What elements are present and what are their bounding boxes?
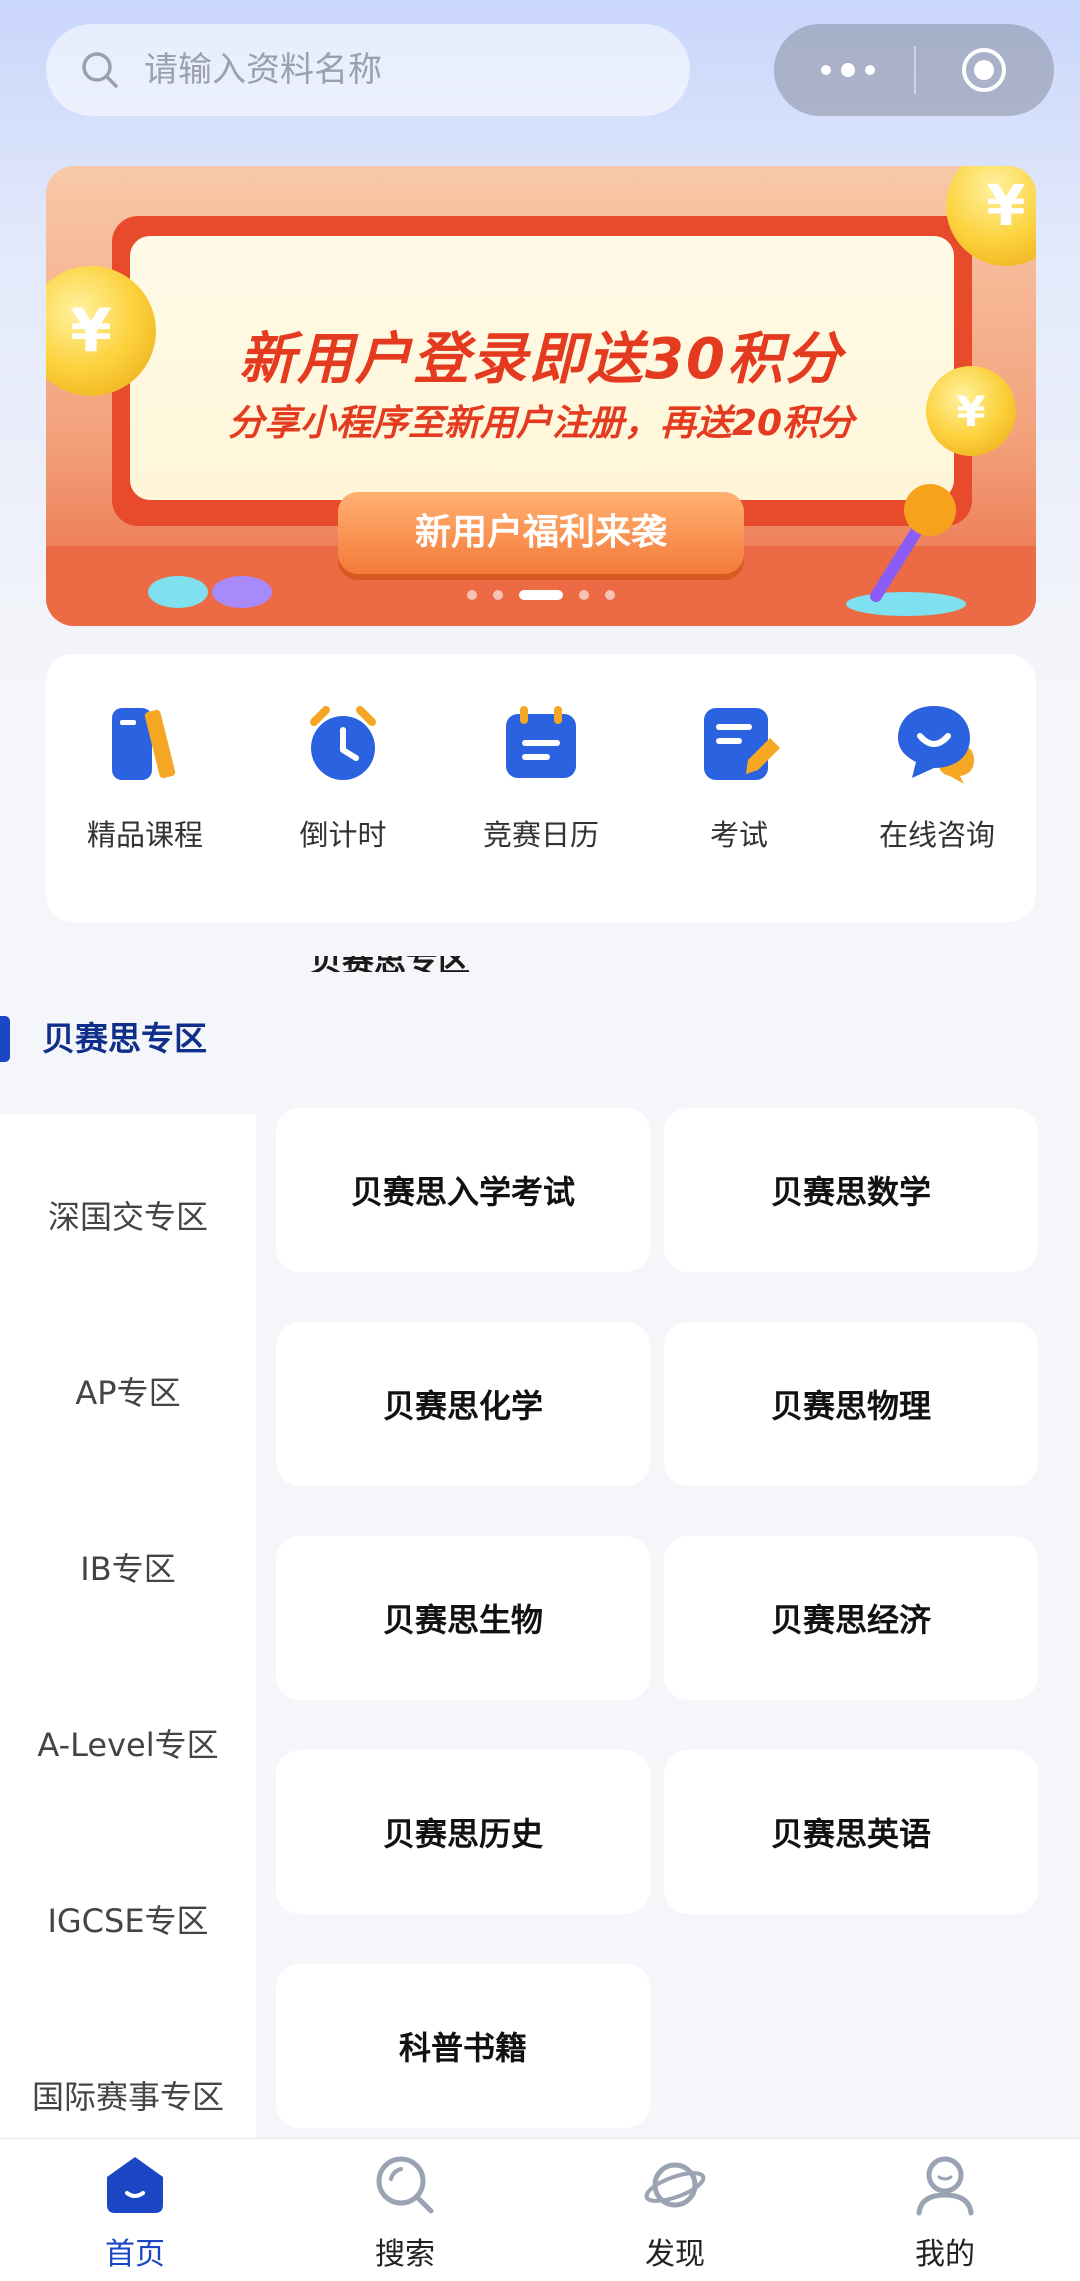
banner-headline: 新用户登录即送30积分	[239, 327, 843, 392]
pager-dot	[493, 590, 503, 600]
category-card[interactable]: 贝赛思化学	[276, 1322, 650, 1486]
shortcut-label: 竞赛日历	[482, 818, 599, 852]
shortcut-exam[interactable]: 考试	[640, 700, 838, 854]
home-icon	[107, 2157, 163, 2213]
category-card[interactable]: 贝赛思英语	[664, 1750, 1038, 1914]
tab-home[interactable]: 首页	[0, 2153, 270, 2273]
promo-banner[interactable]: ¥ ¥ ¥ 新用户登录即送30积分 分享小程序至新用户注册，再送20积分 新用户…	[46, 166, 1036, 626]
shortcut-label: 倒计时	[299, 818, 387, 852]
tab-label: 发现	[645, 2237, 705, 2272]
profile-icon	[916, 2156, 974, 2216]
banner-pager	[46, 590, 1036, 600]
pager-dot	[605, 590, 615, 600]
shortcut-calendar[interactable]: 竞赛日历	[442, 700, 640, 854]
close-miniprogram-icon[interactable]	[960, 46, 1008, 94]
pager-dot	[579, 590, 589, 600]
category-card[interactable]: 贝赛思物理	[664, 1322, 1038, 1486]
more-icon[interactable]	[818, 62, 878, 78]
shortcut-label: 考试	[709, 818, 768, 852]
tab-search[interactable]: 搜索	[270, 2153, 540, 2273]
section-title: 贝赛思专区	[42, 1019, 207, 1058]
calendar-icon	[506, 706, 576, 778]
shortcut-course[interactable]: 精品课程	[46, 700, 244, 854]
shortcut-countdown[interactable]: 倒计时	[244, 700, 442, 854]
chat-icon	[898, 706, 974, 784]
shortcut-chat[interactable]: 在线咨询	[838, 700, 1036, 854]
card-label: 贝赛思历史	[382, 1815, 543, 1853]
card-label: 科普书籍	[398, 2029, 527, 2067]
card-label: 贝赛思入学考试	[350, 1173, 575, 1211]
card-label: 贝赛思物理	[770, 1387, 931, 1425]
card-label: 贝赛思化学	[382, 1387, 543, 1425]
card-label: 贝赛思生物	[382, 1601, 543, 1639]
tab-profile[interactable]: 我的	[810, 2153, 1080, 2273]
tab-discover[interactable]: 发现	[540, 2153, 810, 2273]
shortcut-label: 精品课程	[86, 818, 203, 852]
category-card[interactable]: 贝赛思历史	[276, 1750, 650, 1914]
section-indicator	[0, 1016, 10, 1062]
category-card[interactable]: 贝赛思入学考试	[276, 1108, 650, 1272]
tab-label: 我的	[915, 2237, 975, 2272]
pager-dot-active	[519, 590, 563, 600]
sidebar-item-competition[interactable]: 国际赛事专区	[0, 2072, 256, 2118]
category-card[interactable]: 贝赛思生物	[276, 1536, 650, 1700]
category-card[interactable]: 贝赛思数学	[664, 1108, 1038, 1272]
category-card[interactable]: 科普书籍	[276, 1964, 650, 2128]
card-label: 贝赛思经济	[770, 1601, 931, 1639]
card-label: 贝赛思数学	[770, 1173, 931, 1211]
miniprogram-capsule	[774, 24, 1054, 116]
search-icon	[82, 52, 118, 88]
banner-ribbon: 新用户福利来袭	[338, 492, 744, 574]
capsule-divider	[914, 46, 916, 94]
sidebar-item-sie[interactable]: 深国交专区	[0, 1192, 256, 1238]
shortcut-label: 在线咨询	[878, 818, 995, 852]
category-card[interactable]: 贝赛思经济	[664, 1536, 1038, 1700]
sidebar-item-ap[interactable]: AP专区	[0, 1368, 256, 1414]
pager-dot	[467, 590, 477, 600]
bottom-tab-bar: 首页 搜索 发现 我的	[0, 2138, 1080, 2281]
clipped-heading: 贝赛思专区	[310, 956, 470, 972]
shortcut-grid: 精品课程 倒计时 竞赛日历 考试 在线咨询	[46, 654, 1036, 922]
card-label: 贝赛思英语	[770, 1815, 931, 1853]
search-icon	[376, 2156, 434, 2214]
category-sidebar: 深国交专区 AP专区 IB专区 A-Level专区 IGCSE专区 国际赛事专区	[0, 1114, 256, 2138]
planet-icon	[644, 2162, 706, 2208]
alarm-clock-icon	[310, 706, 376, 780]
tab-label: 首页	[105, 2237, 165, 2272]
tab-label: 搜索	[375, 2237, 435, 2272]
exam-icon	[704, 708, 780, 780]
search-placeholder: 请输入资料名称	[144, 50, 382, 90]
course-icon	[112, 708, 176, 780]
sidebar-item-ib[interactable]: IB专区	[0, 1544, 256, 1590]
sidebar-item-igcse[interactable]: IGCSE专区	[0, 1896, 256, 1942]
search-bar[interactable]: 请输入资料名称	[46, 24, 690, 116]
coin-icon: ¥	[946, 166, 1036, 266]
sidebar-item-alevel[interactable]: A-Level专区	[0, 1720, 256, 1766]
banner-subline: 分享小程序至新用户注册，再送20积分	[227, 403, 855, 444]
